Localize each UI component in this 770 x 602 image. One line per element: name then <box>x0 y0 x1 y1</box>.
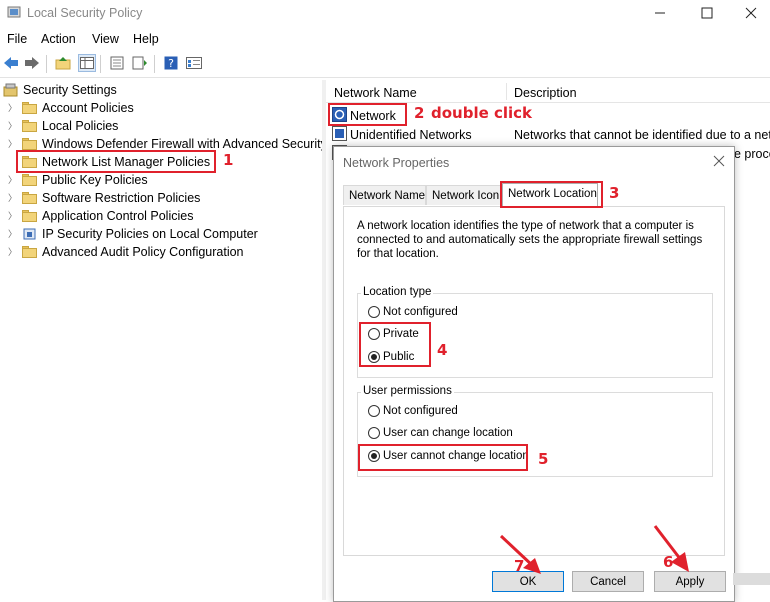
annotation-box-5 <box>358 444 528 471</box>
list-row-desc: Networks that cannot be identified due t… <box>514 128 770 142</box>
tab-page-network-location: A network location identifies the type o… <box>343 206 725 556</box>
annotation-step-4: 4 <box>437 341 448 359</box>
list-row-name: Unidentified Networks <box>350 128 472 142</box>
window-title: Local Security Policy <box>27 6 143 20</box>
user-permissions-label: User permissions <box>361 385 454 397</box>
dialog-title: Network Properties <box>343 156 450 170</box>
column-header: Network Name Description <box>326 80 770 103</box>
radio-label: Not configured <box>383 405 458 417</box>
forward-icon[interactable] <box>23 54 41 72</box>
column-network-name[interactable]: Network Name <box>334 86 417 100</box>
properties-icon[interactable] <box>108 54 126 72</box>
folder-icon <box>22 137 37 151</box>
close-button[interactable] <box>734 2 768 24</box>
menu-bar: File Action View Help <box>0 29 770 49</box>
cancel-button[interactable]: Cancel <box>572 571 644 592</box>
annotation-box-3 <box>500 181 603 208</box>
view-icon[interactable] <box>185 54 203 72</box>
minimize-button[interactable] <box>643 2 677 24</box>
expand-arrow-icon[interactable]: 〉 <box>8 229 17 239</box>
expand-arrow-icon[interactable]: 〉 <box>8 247 17 257</box>
menu-file[interactable]: File <box>7 32 27 46</box>
tree-item-label: Advanced Audit Policy Configuration <box>42 245 244 259</box>
tree-item-label: Account Policies <box>42 101 134 115</box>
tree-item-label: Software Restriction Policies <box>42 191 201 205</box>
radio-label: Not configured <box>383 306 458 318</box>
location-type-label: Location type <box>361 286 434 298</box>
radio-button[interactable] <box>368 306 380 318</box>
tree-item-local-policies[interactable]: 〉 Local Policies <box>0 118 322 136</box>
network-policy-icon <box>332 126 347 141</box>
radio-button[interactable] <box>368 427 380 439</box>
folder-icon <box>22 209 37 223</box>
tab-network-icon[interactable]: Network Icon <box>426 185 502 205</box>
expand-arrow-icon[interactable]: 〉 <box>8 193 17 203</box>
tree-item-ip-security-policies[interactable]: 〉 IP Security Policies on Local Computer <box>0 226 322 244</box>
security-settings-icon <box>3 83 18 97</box>
title-bar: Local Security Policy <box>0 0 770 27</box>
annotation-box-4 <box>359 322 431 367</box>
help-icon[interactable]: ? <box>162 54 180 72</box>
tab-network-name[interactable]: Network Name <box>343 185 426 205</box>
radio-button[interactable] <box>368 405 380 417</box>
tree-item-account-policies[interactable]: 〉 Account Policies <box>0 100 322 118</box>
tree-item-label: Application Control Policies <box>42 209 194 223</box>
expand-arrow-icon[interactable]: 〉 <box>8 139 17 149</box>
column-description[interactable]: Description <box>514 86 577 100</box>
close-icon[interactable] <box>711 153 727 169</box>
up-folder-icon[interactable] <box>54 54 72 72</box>
annotation-step-3: 3 <box>609 184 620 202</box>
location-description: A network location identifies the type o… <box>357 220 703 260</box>
tree-item-label: IP Security Policies on Local Computer <box>42 227 258 241</box>
tree-item-label: Local Policies <box>42 119 119 133</box>
folder-icon <box>22 119 37 133</box>
tree-item-label: Windows Defender Firewall with Advanced … <box>42 137 327 151</box>
folder-icon <box>22 191 37 205</box>
horizontal-scrollbar[interactable] <box>733 573 770 585</box>
tree-item-label: Public Key Policies <box>42 173 148 187</box>
tree-item-advanced-audit-policy[interactable]: 〉 Advanced Audit Policy Configuration <box>0 244 322 262</box>
annotation-step-5: 5 <box>538 450 549 468</box>
menu-help[interactable]: Help <box>133 32 159 46</box>
folder-icon <box>22 245 37 259</box>
local-security-policy-icon <box>7 5 21 19</box>
tree-root-label: Security Settings <box>23 83 117 97</box>
annotation-box-2 <box>328 103 407 126</box>
ip-security-icon <box>22 227 37 241</box>
svg-text:?: ? <box>168 57 174 70</box>
menu-view[interactable]: View <box>92 32 119 46</box>
expand-arrow-icon[interactable]: 〉 <box>8 121 17 131</box>
annotation-step-2: 2 <box>414 104 425 122</box>
toolbar: ? <box>0 51 770 78</box>
menu-action[interactable]: Action <box>41 32 76 46</box>
tree-root-security-settings[interactable]: Security Settings <box>0 82 322 100</box>
tree-item-application-control-policies[interactable]: 〉 Application Control Policies <box>0 208 322 226</box>
back-icon[interactable] <box>2 54 20 72</box>
expand-arrow-icon[interactable]: 〉 <box>8 211 17 221</box>
arrow-to-ok-icon <box>499 534 541 574</box>
folder-icon <box>22 173 37 187</box>
list-row-desc: e proce <box>734 147 770 161</box>
annotation-box-1 <box>16 150 216 173</box>
list-row-unidentified-networks[interactable]: Unidentified Networks Networks that cann… <box>326 125 770 144</box>
arrow-to-apply-icon <box>653 525 689 572</box>
radio-label: User can change location <box>383 427 513 439</box>
folder-icon <box>22 101 37 115</box>
expand-arrow-icon[interactable]: 〉 <box>8 103 17 113</box>
export-list-icon[interactable] <box>131 54 149 72</box>
annotation-double-click: double click <box>431 104 533 122</box>
show-hide-tree-icon[interactable] <box>78 54 96 72</box>
tree-item-software-restriction-policies[interactable]: 〉 Software Restriction Policies <box>0 190 322 208</box>
annotation-step-1: 1 <box>223 151 234 169</box>
expand-arrow-icon[interactable]: 〉 <box>8 175 17 185</box>
maximize-button[interactable] <box>690 2 724 24</box>
tree-item-public-key-policies[interactable]: 〉 Public Key Policies <box>0 172 322 190</box>
